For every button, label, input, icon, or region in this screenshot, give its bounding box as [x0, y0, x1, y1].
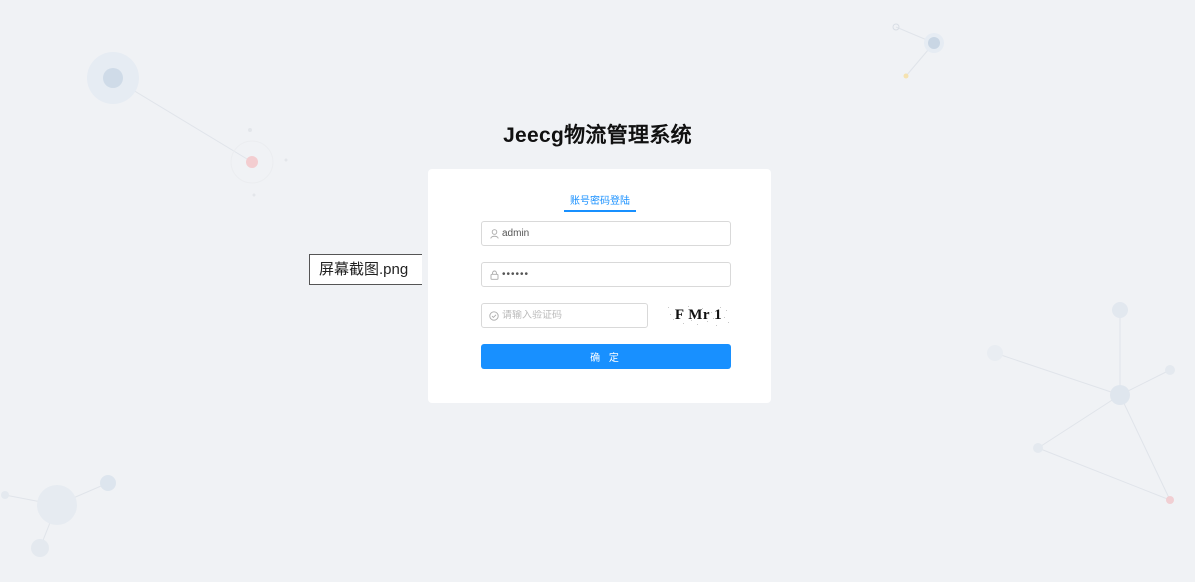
captcha-text: F Mr 1 [674, 307, 723, 323]
username-field[interactable] [481, 221, 731, 246]
captcha-image[interactable]: F Mr 1 [666, 304, 731, 327]
tab-account-password-login[interactable]: 账号密码登陆 [564, 192, 636, 212]
username-input[interactable] [502, 228, 730, 239]
login-card: 账号密码登陆 admin •••••• 请输入验证码 F Mr 1 确 定 [428, 169, 771, 403]
submit-button[interactable]: 确 定 [481, 344, 731, 369]
captcha-field[interactable] [481, 303, 648, 328]
password-field[interactable] [481, 262, 731, 287]
file-name-label: 屏幕截图.png [309, 254, 422, 285]
page-title: Jeecg物流管理系统 [503, 124, 692, 147]
user-icon [489, 228, 499, 239]
password-input[interactable] [502, 269, 730, 280]
captcha-input[interactable] [502, 310, 647, 321]
lock-icon [489, 270, 499, 280]
check-circle-icon [489, 310, 499, 321]
